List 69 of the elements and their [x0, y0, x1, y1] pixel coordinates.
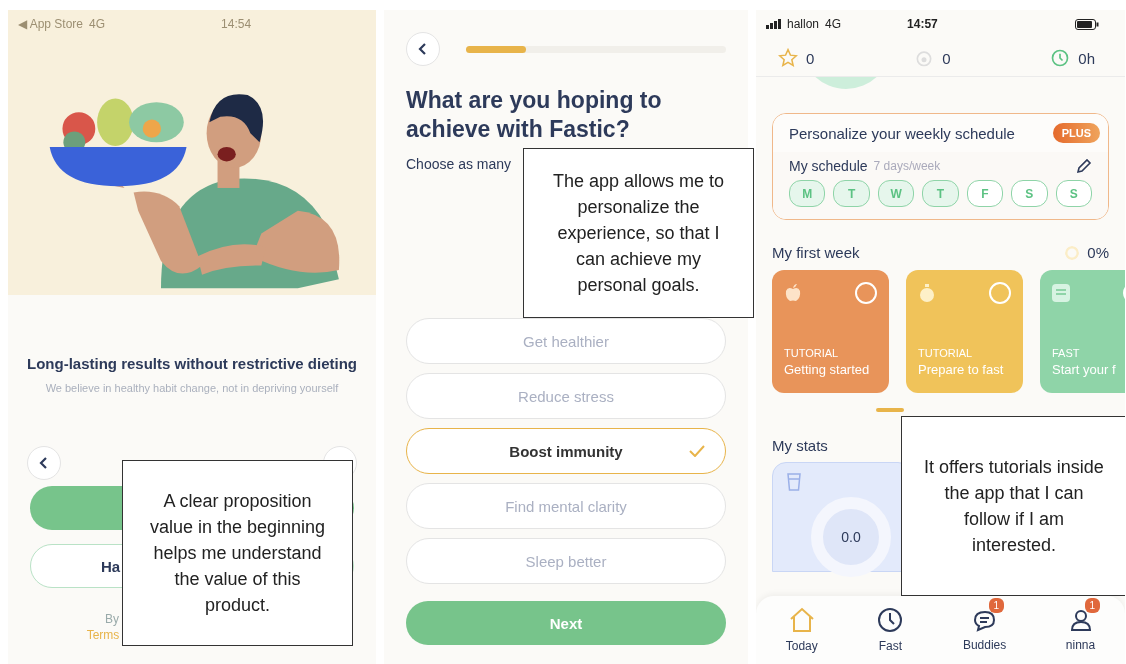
notification-badge: 1: [988, 598, 1005, 613]
next-button[interactable]: Next: [406, 601, 726, 645]
goal-option[interactable]: Get healthier: [406, 318, 726, 364]
card-title: Getting started: [784, 362, 871, 377]
signal-icon: [766, 19, 781, 29]
apple-icon: [784, 283, 802, 303]
schedule-title: Personalize your weekly schedule: [789, 124, 1015, 142]
carrier-label: hallon: [787, 17, 820, 31]
task-card[interactable]: FAST Start your f: [1040, 270, 1125, 393]
terms-link[interactable]: Terms: [86, 628, 120, 642]
status-time: 14:57: [907, 17, 938, 31]
day-toggle[interactable]: S: [1055, 180, 1092, 207]
stat-value: 0: [942, 49, 951, 67]
day-toggle[interactable]: M: [789, 180, 826, 207]
clock-icon: [877, 607, 904, 633]
stat-value: 0h: [1078, 49, 1095, 67]
chevron-left-icon: [39, 456, 49, 470]
plus-badge: PLUS: [1052, 123, 1100, 143]
chat-bubble-icon: [971, 608, 998, 632]
stat-value: 0: [806, 49, 815, 67]
carrier-label: ◀ App Store: [18, 17, 84, 31]
question-subtitle: Choose as many: [406, 156, 513, 172]
status-time: 14:54: [221, 17, 252, 31]
card-category: TUTORIAL: [918, 347, 974, 359]
nav-tab[interactable]: Today: [785, 607, 818, 653]
card-category: TUTORIAL: [784, 347, 840, 359]
schedule-label: My schedule: [789, 158, 868, 174]
schedule-frequency: 7 days/week: [873, 159, 941, 173]
nav-tab[interactable]: Fast: [877, 607, 904, 653]
chevron-left-icon: [418, 42, 428, 56]
star-icon: [778, 48, 798, 68]
network-label: 4G: [89, 17, 106, 31]
carousel-indicator: [876, 408, 904, 412]
card-title: Prepare to fast: [918, 362, 1005, 377]
battery-icon: [1075, 18, 1099, 30]
goal-option[interactable]: Find mental clarity: [406, 483, 726, 529]
edit-icon[interactable]: [1076, 158, 1092, 174]
card-title: Start your f: [1052, 362, 1117, 377]
week-percentage-label: 0%: [1087, 244, 1109, 261]
question-title: What are you hoping to achieve with Fastic?: [406, 86, 663, 144]
day-toggle[interactable]: T: [922, 180, 959, 207]
task-card[interactable]: TUTORIAL Getting started: [772, 270, 889, 393]
subtitle: We believe in healthy habit change, not in depriving yourself: [45, 382, 339, 394]
goal-option[interactable]: Boost immunity: [406, 428, 726, 474]
annotation-tooltip: A clear proposition value in the beginning helps me understand the value of this product.: [122, 460, 353, 646]
network-label: 4G: [825, 17, 842, 31]
glass-icon: [787, 473, 801, 491]
goal-option[interactable]: Sleep better: [406, 538, 726, 584]
headline: Long-lasting results without restrictive dieting: [27, 355, 357, 372]
checkmark-icon: [689, 445, 705, 457]
annotation-tooltip: It offers tutorials inside the app that I can follow if I am interested.: [901, 416, 1125, 596]
card-category: FAST: [1052, 347, 1081, 359]
legal-text: By: [105, 612, 119, 626]
section-title: My first week: [772, 244, 860, 261]
back-button[interactable]: [27, 446, 61, 480]
day-toggle[interactable]: W: [877, 180, 915, 207]
clock-icon: [1050, 48, 1071, 68]
section-title: My stats: [772, 437, 829, 454]
stopwatch-icon: [918, 283, 936, 303]
water-value: 0.0: [841, 529, 861, 545]
back-button[interactable]: [406, 32, 440, 66]
day-toggle[interactable]: F: [966, 180, 1004, 207]
goal-option[interactable]: Reduce stress: [406, 373, 726, 419]
notification-badge: 1: [1084, 598, 1101, 613]
day-toggle[interactable]: T: [833, 180, 870, 207]
annotation-tooltip: The app allows me to personalize the experience, so that I can achieve my personal goals.: [523, 148, 754, 318]
day-toggle[interactable]: S: [1011, 180, 1048, 207]
task-card[interactable]: TUTORIAL Prepare to fast: [906, 270, 1023, 393]
list-icon: [1052, 284, 1070, 302]
